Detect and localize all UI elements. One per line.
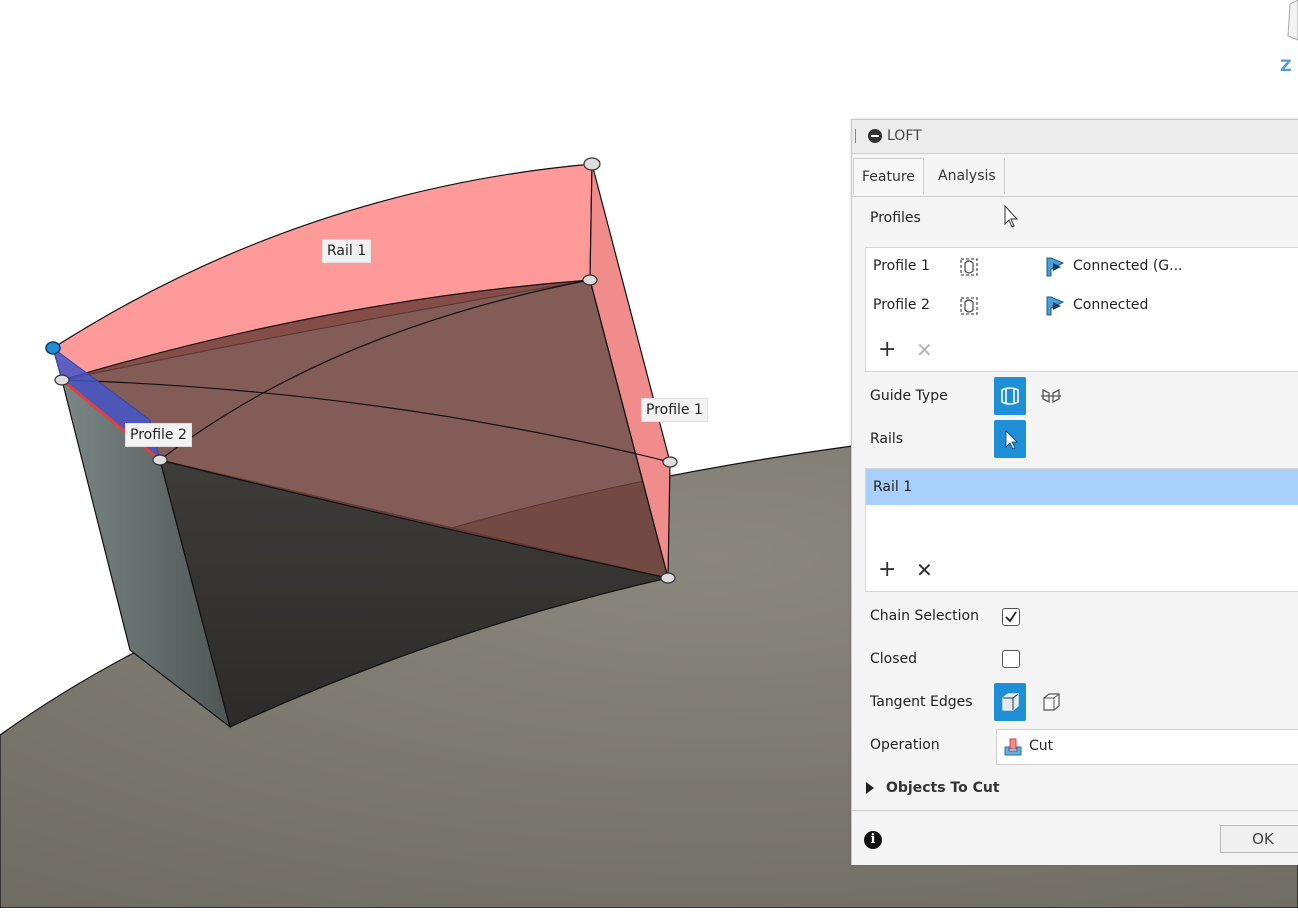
closed-label: Closed xyxy=(870,651,918,667)
vertex-handle[interactable] xyxy=(152,454,168,466)
dialog-title: LOFT xyxy=(887,128,922,144)
profile-name: Profile 2 xyxy=(873,297,930,313)
mouse-pointer-icon xyxy=(1004,205,1019,228)
closed-checkbox[interactable] xyxy=(1002,650,1020,668)
cut-operation-icon xyxy=(1004,738,1022,756)
centerline-guide-icon xyxy=(1041,388,1061,404)
collapse-icon[interactable] xyxy=(868,129,882,143)
chain-selection-label: Chain Selection xyxy=(870,608,979,624)
rail-1-label[interactable]: Rail 1 xyxy=(322,239,372,263)
operation-label: Operation xyxy=(870,737,940,753)
viewcube-icon xyxy=(1287,0,1298,41)
objects-to-cut-label: Objects To Cut xyxy=(886,780,1000,796)
profile-1-label[interactable]: Profile 1 xyxy=(641,398,708,422)
remove-profile-button[interactable]: ✕ xyxy=(916,340,933,360)
vertex-handle[interactable] xyxy=(660,572,676,584)
tangent-edges-keep-button[interactable] xyxy=(1035,683,1067,721)
profile-name: Profile 1 xyxy=(873,258,930,274)
expand-triangle-icon[interactable] xyxy=(866,782,874,794)
info-icon[interactable]: i xyxy=(864,831,882,849)
connected-condition-icon[interactable] xyxy=(1043,255,1069,279)
guide-type-rails-button[interactable] xyxy=(994,377,1026,415)
profile-condition[interactable]: Connected (G... xyxy=(1073,258,1183,274)
operation-select[interactable]: Cut xyxy=(996,729,1298,765)
checkmark-icon xyxy=(1005,611,1017,623)
profile-direction-icon[interactable] xyxy=(956,255,982,279)
keep-tangent-icon xyxy=(1043,693,1060,711)
dialog-tabs: Feature Analysis xyxy=(852,156,1298,197)
ok-button[interactable]: OK xyxy=(1220,825,1298,853)
profiles-label: Profiles xyxy=(870,210,921,226)
guide-type-centerline-button[interactable] xyxy=(1035,377,1067,415)
tab-feature[interactable]: Feature xyxy=(853,158,924,195)
dialog-footer: i OK xyxy=(852,810,1298,865)
tangent-edges-merge-button[interactable] xyxy=(994,683,1026,721)
rail-name: Rail 1 xyxy=(873,479,913,495)
viewcube-axis-label: Z xyxy=(1280,56,1292,75)
viewcube[interactable]: Z xyxy=(1276,0,1298,80)
loft-dialog: LOFT Feature Analysis Profiles Profile 1… xyxy=(851,119,1298,865)
cursor-arrow-icon xyxy=(1005,430,1018,450)
rails-guide-icon xyxy=(1001,387,1019,405)
guide-type-label: Guide Type xyxy=(870,388,948,404)
remove-rail-button[interactable]: ✕ xyxy=(916,560,933,580)
tab-analysis[interactable]: Analysis xyxy=(930,158,1005,194)
add-profile-button[interactable]: + xyxy=(878,339,896,361)
dialog-titlebar[interactable]: LOFT xyxy=(852,120,1298,154)
profiles-list[interactable]: Profile 1 Connected (G... Profile 2 Conn… xyxy=(865,247,1298,372)
vertex-handle[interactable] xyxy=(583,157,601,171)
tangent-edges-label: Tangent Edges xyxy=(870,694,973,710)
rails-list[interactable]: Rail 1 + ✕ xyxy=(865,468,1298,592)
profile-direction-icon[interactable] xyxy=(956,294,982,318)
rails-label: Rails xyxy=(870,431,904,447)
list-item[interactable]: Profile 1 Connected (G... xyxy=(866,252,1298,282)
connected-condition-icon[interactable] xyxy=(1043,294,1069,318)
operation-value: Cut xyxy=(1029,738,1054,754)
profile-2-label[interactable]: Profile 2 xyxy=(125,423,192,447)
list-item[interactable]: Profile 2 Connected xyxy=(866,291,1298,321)
add-rail-button[interactable]: + xyxy=(878,559,896,581)
chain-selection-checkbox[interactable] xyxy=(1002,608,1020,626)
selected-vertex[interactable] xyxy=(45,341,61,355)
objects-to-cut-section[interactable]: Objects To Cut xyxy=(866,780,1000,796)
list-item[interactable]: Rail 1 xyxy=(866,469,1298,505)
rails-select-button[interactable] xyxy=(994,420,1026,458)
merge-tangent-icon xyxy=(1002,693,1019,711)
vertex-handle[interactable] xyxy=(582,274,598,286)
vertex-handle[interactable] xyxy=(54,374,70,386)
profile-condition[interactable]: Connected xyxy=(1073,297,1148,313)
drag-handle-icon[interactable] xyxy=(855,129,859,143)
vertex-handle[interactable] xyxy=(662,456,678,468)
